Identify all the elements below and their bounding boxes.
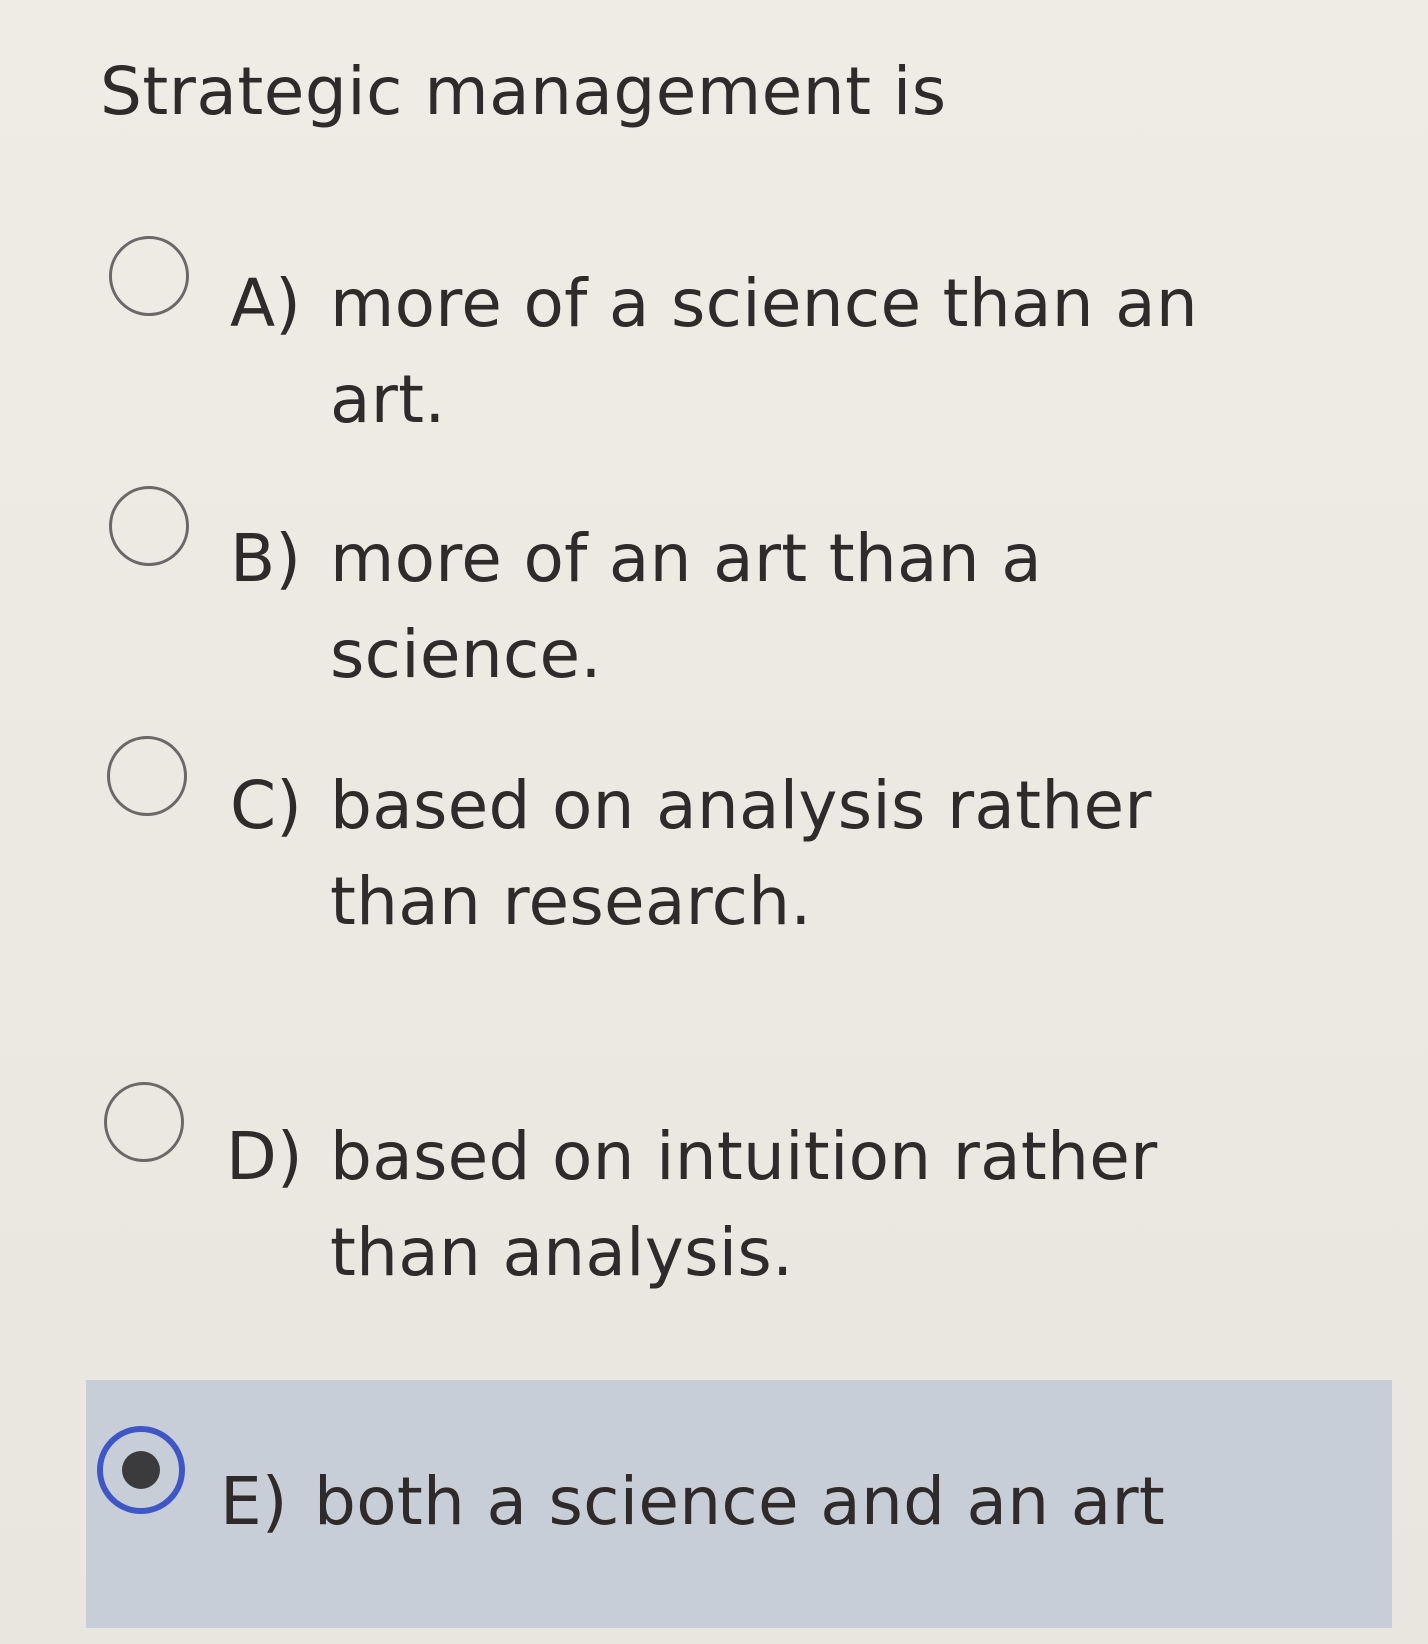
option-letter-e: E): [220, 1463, 288, 1540]
answer-option-b[interactable]: B) more of an art than a science.: [0, 486, 1428, 693]
option-letter-a: A): [230, 265, 301, 342]
radio-button-c[interactable]: [107, 736, 187, 816]
radio-button-e-selected[interactable]: [97, 1426, 185, 1514]
option-letter-d: D): [226, 1118, 303, 1195]
option-text-a: more of a science than an art.: [330, 265, 1199, 438]
answer-option-d[interactable]: D) based on intuition rather than analys…: [0, 1082, 1428, 1292]
answer-option-e[interactable]: E) both a science and an art: [0, 1426, 1428, 1546]
answer-option-c[interactable]: C) based on analysis rather than researc…: [0, 736, 1428, 946]
question-text: Strategic management is: [100, 53, 947, 130]
answer-option-a[interactable]: A) more of a science than an art.: [0, 236, 1428, 438]
option-text-c: based on analysis rather than research.: [330, 767, 1152, 940]
option-text-b: more of an art than a science.: [330, 520, 1042, 693]
option-text-d: based on intuition rather than analysis.: [330, 1118, 1158, 1291]
option-text-e: both a science and an art: [314, 1463, 1166, 1540]
radio-selected-dot: [122, 1451, 160, 1489]
radio-button-d[interactable]: [104, 1082, 184, 1162]
radio-button-b[interactable]: [109, 486, 189, 566]
option-letter-c: C): [230, 767, 302, 844]
radio-button-a[interactable]: [109, 236, 189, 316]
option-letter-b: B): [230, 520, 302, 597]
